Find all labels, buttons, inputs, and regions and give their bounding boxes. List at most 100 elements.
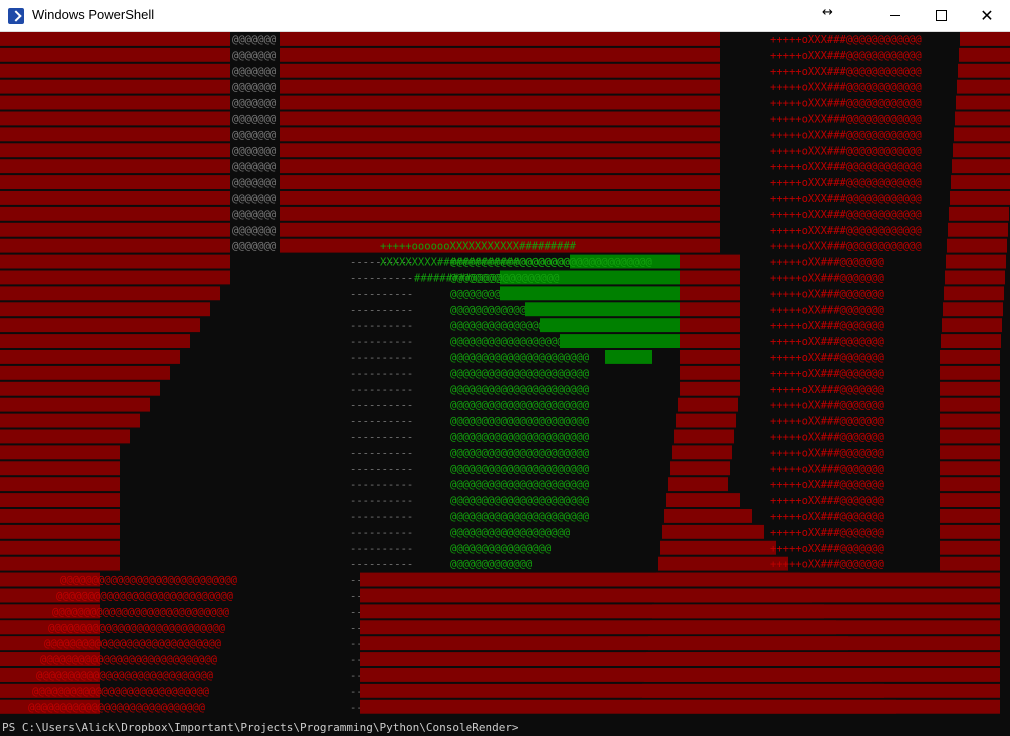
- ascii-run: @@@@@@@: [232, 82, 277, 94]
- ascii-run: @@@@@@@@@@@@@@@@@@@@@@@@@@@@: [60, 575, 238, 587]
- console-output[interactable]: @@@@@@@ +++++oXXX###@@@@@@@@@@@@ @@@@@@@ ++…: [0, 32, 1010, 719]
- ascii-run: +++++oXX###@@@@@@@: [770, 288, 884, 300]
- green-block: [540, 318, 680, 333]
- red-block: [960, 32, 1010, 46]
- red-block: [0, 222, 230, 237]
- ascii-run: +++++oXXX###@@@@@@@@@@@@: [770, 225, 922, 237]
- ascii-run: +++++oXXX###@@@@@@@@@@@@: [770, 98, 922, 110]
- red-block: [360, 620, 940, 635]
- red-block: [0, 127, 230, 142]
- ascii-art-render: @@@@@@@ +++++oXXX###@@@@@@@@@@@@ @@@@@@@ ++…: [0, 32, 1010, 714]
- red-block: [952, 159, 1010, 174]
- ascii-run: @@@@@@@: [232, 98, 277, 110]
- minimize-button[interactable]: [872, 0, 918, 31]
- red-block: [666, 493, 740, 507]
- red-block: [280, 111, 720, 126]
- red-block: [940, 572, 1000, 587]
- ascii-run: ----------: [350, 479, 413, 491]
- red-block: [660, 540, 776, 555]
- red-block: [943, 302, 1003, 317]
- ascii-run: +++++oXX###@@@@@@@: [770, 559, 884, 571]
- red-block: [680, 254, 740, 269]
- close-icon: ✕: [980, 5, 994, 25]
- red-block: [360, 683, 940, 698]
- red-block: [940, 636, 1000, 651]
- ascii-run: @@@@@@@@@@@@@@@@@@@@@@@@@@@@: [32, 686, 210, 698]
- red-block: [0, 540, 120, 555]
- green-block: [605, 350, 652, 364]
- red-block: [0, 477, 120, 492]
- ascii-run: +++++oXX###@@@@@@@: [770, 273, 884, 285]
- green-block: [500, 286, 680, 301]
- ascii-run: ----------: [350, 527, 413, 539]
- red-block: [672, 445, 732, 460]
- ascii-run: +++++ooooooXXXXXXXXXXX#########: [380, 241, 577, 253]
- red-block: [0, 429, 130, 444]
- minimize-icon: [890, 15, 900, 16]
- ascii-run: @@@@@@@: [232, 225, 277, 237]
- red-block: [0, 191, 230, 205]
- ascii-run: +++++oXX###@@@@@@@: [770, 479, 884, 491]
- ascii-run: ----------: [350, 511, 413, 523]
- ascii-run: +++++oXX###@@@@@@@: [770, 543, 884, 555]
- red-block: [280, 175, 720, 189]
- ascii-run: +++++oXX###@@@@@@@: [770, 257, 884, 269]
- ascii-run: @@@@@@@@@@@@@@@@@@@@@@: [450, 384, 590, 396]
- red-block: [0, 461, 120, 476]
- red-block: [0, 509, 120, 523]
- ascii-run: @@@@@@@: [232, 114, 277, 126]
- ascii-run: +++++oXXX###@@@@@@@@@@@@: [770, 177, 922, 189]
- red-block: [940, 493, 1000, 507]
- red-block: [940, 397, 1000, 412]
- command-prompt[interactable]: PS C:\Users\Alick\Dropbox\Important\Proj…: [2, 721, 519, 734]
- ascii-run: ----------: [350, 400, 413, 412]
- red-block: [0, 111, 230, 126]
- red-block: [680, 381, 740, 396]
- red-block: [664, 509, 752, 523]
- red-block: [940, 556, 1000, 571]
- red-block: [0, 206, 230, 221]
- ascii-run: +++++oXXX###@@@@@@@@@@@@: [770, 66, 922, 78]
- red-block: [940, 604, 1000, 619]
- red-block: [360, 699, 940, 714]
- red-block: [680, 270, 740, 285]
- red-block: [0, 397, 150, 412]
- ascii-run: #########@@@@@@@@@@@@@@: [414, 272, 560, 284]
- ascii-run: @@@@@@@@@@@@@@@@@@@: [450, 527, 571, 539]
- red-block: [680, 350, 740, 364]
- red-block: [280, 79, 720, 94]
- ascii-run: +++++oXX###@@@@@@@: [770, 527, 884, 539]
- red-block: [940, 381, 1000, 396]
- ascii-run: @@@@@@@@@@@@@@@@@@@@@@: [450, 416, 590, 428]
- ascii-run: @@@@@@@@@@@@@@@@@@@@@@: [450, 463, 590, 475]
- close-button[interactable]: ✕: [964, 0, 1010, 31]
- red-block: [680, 318, 740, 333]
- powershell-icon: [8, 8, 24, 24]
- red-block: [940, 588, 1000, 603]
- red-block: [957, 79, 1010, 94]
- title-bar[interactable]: Windows PowerShell ↔ ✕: [0, 0, 1010, 32]
- ascii-run: ----------: [350, 495, 413, 507]
- ascii-run: +++++oXX###@@@@@@@: [770, 495, 884, 507]
- maximize-button[interactable]: [918, 0, 964, 31]
- ascii-run: @@@@@@@: [232, 193, 277, 205]
- red-block: [942, 318, 1002, 333]
- ascii-run: @@@@@@@@@@@@@@@@: [450, 543, 552, 555]
- red-block: [676, 413, 736, 428]
- red-block: [0, 302, 210, 317]
- red-block: [662, 524, 764, 539]
- ascii-run: @@@@@@@@@@@@@@@@@@@@@@@@@@@@: [40, 654, 218, 666]
- ascii-run: +++++oXXX###@@@@@@@@@@@@: [770, 34, 922, 46]
- red-block: [0, 318, 200, 333]
- red-block: [940, 652, 1000, 666]
- ascii-run: @@@@@@@: [232, 177, 277, 189]
- red-block: [280, 63, 720, 78]
- red-block: [948, 222, 1008, 237]
- red-block: [0, 238, 230, 253]
- red-block: [941, 334, 1001, 348]
- ascii-run: @@@@@@@@@@@@@@@@@@@@@@@@@@@@: [56, 591, 234, 603]
- red-block: [678, 397, 738, 412]
- red-block: [940, 477, 1000, 492]
- red-block: [360, 604, 940, 619]
- ascii-run: ----------: [350, 273, 413, 285]
